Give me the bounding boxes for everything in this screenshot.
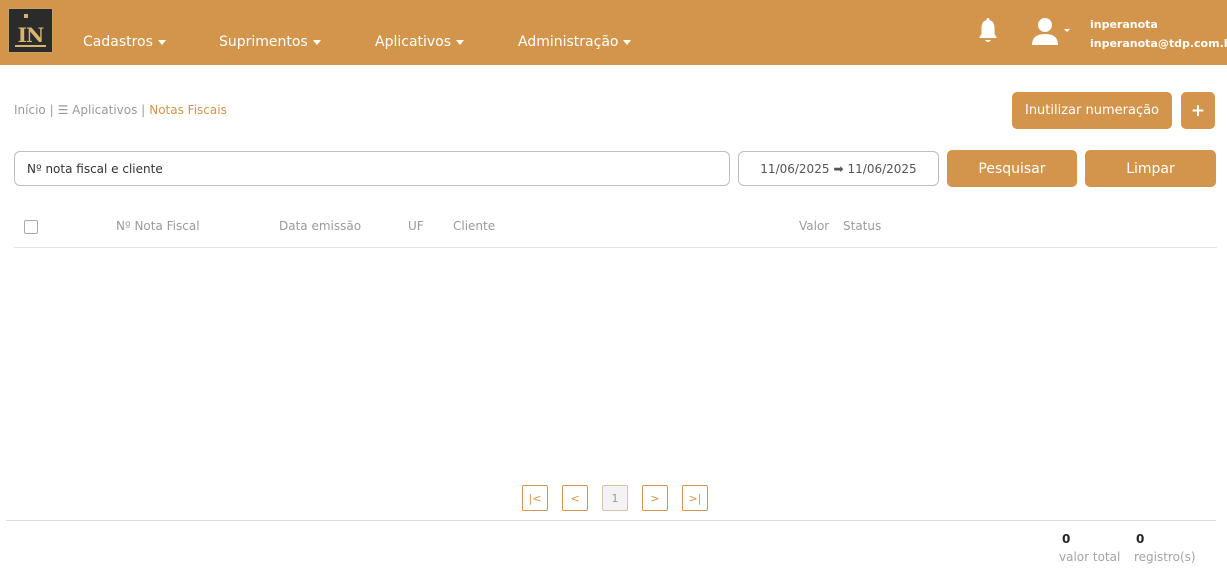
total-value-label: valor total	[1059, 550, 1121, 564]
nav-label: Cadastros	[83, 34, 153, 50]
nav-cadastros[interactable]: Cadastros	[83, 34, 166, 50]
bell-icon[interactable]	[978, 18, 998, 44]
select-all-checkbox[interactable]	[24, 220, 38, 234]
add-button[interactable]: +	[1181, 92, 1215, 129]
column-header-data-emissao[interactable]: Data emissão	[279, 219, 361, 233]
nav-administracao[interactable]: Administração	[518, 34, 632, 50]
column-header-numero[interactable]: Nº Nota Fiscal	[116, 219, 200, 233]
caret-down-icon	[456, 39, 465, 45]
nav-label: Administração	[518, 34, 619, 50]
column-header-uf[interactable]: UF	[408, 219, 424, 233]
column-header-status[interactable]: Status	[843, 219, 881, 233]
first-page-button[interactable]: |<	[522, 485, 548, 511]
top-navbar: IN Cadastros Suprimentos Aplicativos Adm…	[0, 0, 1227, 65]
breadcrumb-aplicativos[interactable]: ☰ Aplicativos |	[58, 103, 146, 117]
table-header: Nº Nota Fiscal Data emissão UF Cliente V…	[14, 210, 1217, 248]
nav-suprimentos[interactable]: Suprimentos	[219, 34, 321, 50]
user-email: inperanota@tdp.com.br	[1090, 37, 1227, 50]
column-header-cliente[interactable]: Cliente	[453, 219, 495, 233]
search-input[interactable]	[14, 151, 730, 186]
inutilizar-numeracao-button[interactable]: Inutilizar numeração	[1012, 92, 1172, 129]
date-start: 11/06/2025	[760, 161, 830, 176]
nav-label: Suprimentos	[219, 34, 308, 50]
arrow-right-icon: ➡	[833, 161, 844, 176]
user-avatar-icon[interactable]	[1031, 17, 1071, 45]
caret-down-icon	[157, 39, 166, 45]
nav-label: Aplicativos	[375, 34, 452, 50]
date-range-picker[interactable]: 11/06/2025 ➡ 11/06/2025	[738, 151, 939, 186]
breadcrumb-current: Notas Fiscais	[149, 103, 227, 117]
caret-down-icon	[312, 39, 321, 45]
breadcrumb: Início | ☰ Aplicativos | Notas Fiscais	[14, 103, 227, 117]
next-page-button[interactable]: >	[642, 485, 668, 511]
total-value: 0	[1062, 532, 1071, 546]
pesquisar-button[interactable]: Pesquisar	[947, 150, 1077, 187]
prev-page-button[interactable]: <	[562, 485, 588, 511]
caret-down-icon	[623, 39, 632, 45]
limpar-button[interactable]: Limpar	[1085, 150, 1216, 187]
page-number-button[interactable]: 1	[602, 485, 628, 511]
column-header-valor[interactable]: Valor	[799, 219, 829, 233]
last-page-button[interactable]: >|	[682, 485, 708, 511]
nav-aplicativos[interactable]: Aplicativos	[375, 34, 465, 50]
breadcrumb-home[interactable]: Início |	[14, 103, 54, 117]
record-count-label: registro(s)	[1134, 550, 1196, 564]
record-count: 0	[1136, 532, 1145, 546]
app-logo[interactable]: IN	[8, 8, 53, 53]
date-end: 11/06/2025	[847, 161, 917, 176]
user-name: inperanota	[1090, 18, 1158, 31]
footer-divider	[6, 520, 1216, 521]
